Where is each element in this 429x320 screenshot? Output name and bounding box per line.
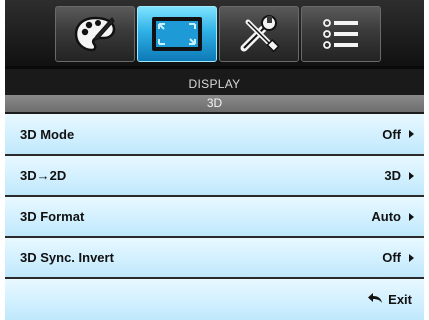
menu-list: 3D Mode Off 3D→2D 3D 3D Format Auto 3D S…	[5, 114, 424, 320]
menu-item-label: 3D Mode	[20, 126, 75, 142]
menu-item-label: 3D Format	[20, 209, 85, 224]
list-icon	[318, 14, 364, 54]
display-icon	[149, 14, 205, 54]
menu-item-3d-mode[interactable]: 3D Mode Off	[5, 114, 424, 156]
chevron-right-icon	[409, 212, 414, 221]
page-subtitle: 3D	[5, 95, 424, 112]
tools-icon	[236, 14, 282, 54]
tab-picture[interactable]	[55, 6, 135, 62]
page-title: DISPLAY	[5, 69, 424, 95]
menu-item-3d-to-2d[interactable]: 3D→2D 3D	[5, 156, 424, 197]
palette-icon	[72, 14, 118, 54]
menu-item-3d-format[interactable]: 3D Format Auto	[5, 197, 424, 238]
menu-item-value: Off	[382, 126, 401, 142]
exit-row[interactable]: Exit	[5, 279, 424, 320]
tab-options[interactable]	[301, 6, 381, 62]
tab-setup[interactable]	[219, 6, 299, 62]
exit-button[interactable]: Exit	[367, 279, 412, 320]
tab-display[interactable]	[137, 6, 217, 62]
menu-item-label: 3D Sync. Invert	[20, 250, 114, 265]
exit-label: Exit	[388, 292, 412, 307]
back-arrow-icon	[367, 292, 383, 307]
tab-bar	[5, 0, 424, 66]
menu-item-value-group: Off	[382, 114, 414, 154]
chevron-right-icon	[409, 171, 414, 180]
menu-item-3d-sync-invert[interactable]: 3D Sync. Invert Off	[5, 238, 424, 279]
menu-item-value-group: Off	[382, 238, 414, 277]
chevron-right-icon	[409, 130, 414, 138]
menu-item-value-group: Auto	[371, 197, 414, 236]
menu-item-label: 3D→2D	[20, 168, 67, 183]
chevron-right-icon	[409, 253, 414, 262]
osd-menu: DISPLAY 3D 3D Mode Off 3D→2D 3D 3D Forma…	[5, 0, 424, 320]
menu-item-value: Auto	[371, 209, 401, 224]
menu-item-value: Off	[382, 250, 401, 265]
menu-item-value-group: 3D	[384, 156, 414, 195]
menu-item-value: 3D	[384, 168, 401, 183]
